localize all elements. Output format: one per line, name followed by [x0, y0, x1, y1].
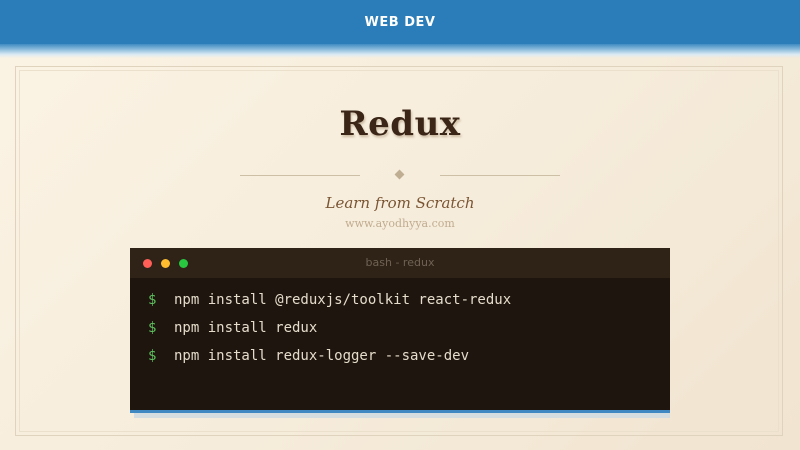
command-text: npm install redux-logger --save-dev: [174, 348, 470, 364]
category-label: WEB DEV: [364, 14, 436, 30]
terminal-window: bash - redux $ npm install @reduxjs/toolk…: [130, 248, 670, 413]
command-text: npm install @reduxjs/toolkit react-redux: [174, 292, 512, 308]
command-line: $ npm install redux: [148, 320, 317, 336]
terminal-title: bash - redux: [365, 256, 435, 269]
website-url: www.ayodhyya.com: [345, 217, 455, 230]
subtitle: Learn from Scratch: [325, 194, 475, 212]
divider-right: [440, 175, 560, 176]
command-line: $ npm install redux-logger --save-dev: [148, 348, 469, 364]
header-fade: [0, 44, 800, 58]
prompt-symbol: $: [148, 320, 157, 336]
header-bar: WEB DEV: [0, 0, 800, 44]
command-text: npm install redux: [174, 320, 318, 336]
page-title: Redux: [339, 104, 461, 144]
prompt-symbol: $: [148, 348, 157, 364]
terminal-titlebar: bash - redux: [130, 248, 670, 278]
command-line: $ npm install @reduxjs/toolkit react-redu…: [148, 292, 511, 308]
divider-left: [240, 175, 360, 176]
prompt-symbol: $: [148, 292, 157, 308]
